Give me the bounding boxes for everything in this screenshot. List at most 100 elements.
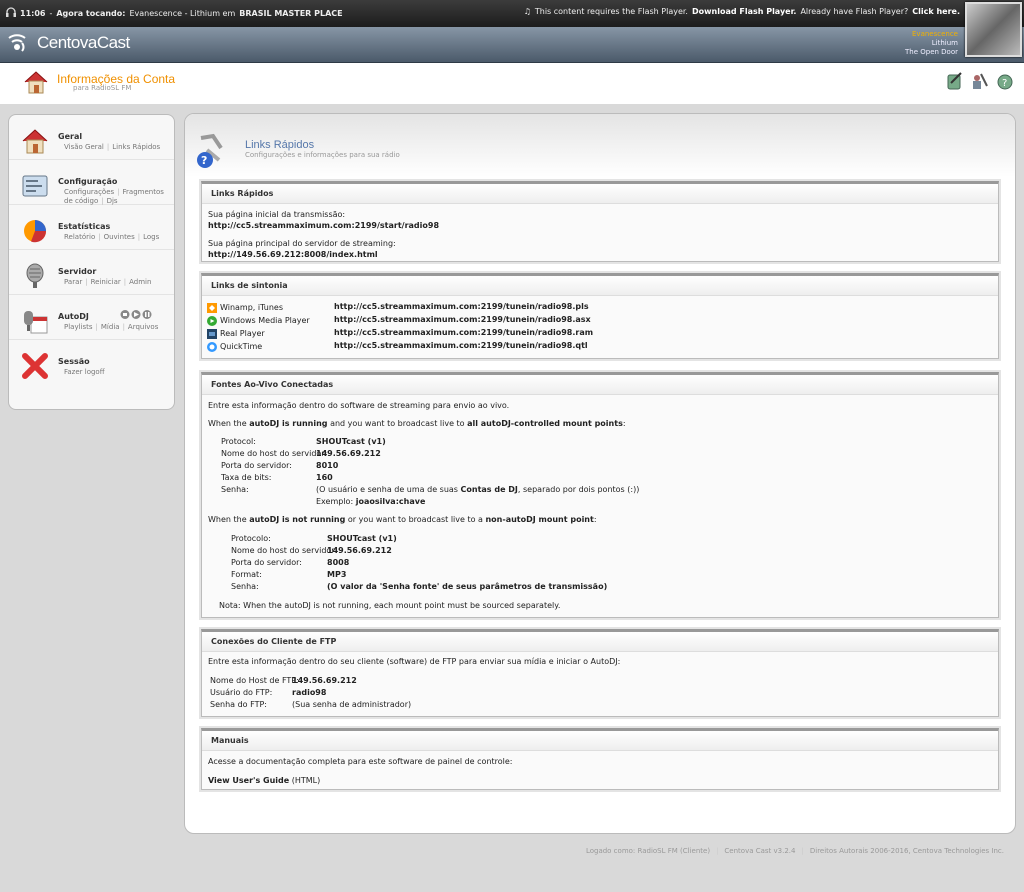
autodj-controls-icon[interactable] <box>120 309 152 320</box>
now-playing-label: Agora tocando: <box>56 9 126 18</box>
manuals-link-line: View User's Guide (HTML) <box>208 775 320 786</box>
link-fazer-logoff[interactable]: Fazer logoff <box>64 368 105 376</box>
users-tools-icon[interactable] <box>971 71 989 91</box>
bitrate-value: 160 <box>316 473 333 482</box>
tune-name-real: Real Player <box>220 329 265 338</box>
sidebar-item-estatisticas: Estatísticas Relatório | Ouvintes | Logs <box>9 205 174 250</box>
link-links-rapidos[interactable]: Links Rápidos <box>112 143 160 151</box>
sidebar-head-geral[interactable]: Geral <box>58 132 82 141</box>
ftp-password-label: Senha do FTP: <box>210 700 267 709</box>
link-ouvintes[interactable]: Ouvintes <box>104 233 135 241</box>
now-playing: 11:06 - Agora tocando: Evanescence - Lit… <box>6 7 343 20</box>
sidebar: Geral Visão Geral | Links Rápidos Configur… <box>8 114 175 410</box>
sidebar-head-autodj[interactable]: AutoDJ <box>58 312 89 321</box>
brand-bar: CentovaCast Evanescence Lithium The Open… <box>0 27 1024 63</box>
tune-row-wmp: Windows Media Player <box>207 315 310 326</box>
flash-notice: ♫ This content requires the Flash Player… <box>524 7 960 16</box>
sidebar-head-configuracao[interactable]: Configuração <box>58 177 117 186</box>
link-relatorio[interactable]: Relatório <box>64 233 95 241</box>
track-album: The Open Door <box>905 48 958 56</box>
link-playlists[interactable]: Playlists <box>64 323 93 331</box>
sidebar-item-geral: Geral Visão Geral | Links Rápidos <box>9 115 174 160</box>
link-visao-geral[interactable]: Visão Geral <box>64 143 104 151</box>
house-icon <box>22 129 48 154</box>
home-icon <box>24 71 48 94</box>
footer-copyright: Direitos Autorais 2006-2016, Centova Tec… <box>809 847 1004 855</box>
link-arquivos[interactable]: Arquivos <box>128 323 158 331</box>
link-djs[interactable]: Djs <box>107 197 118 205</box>
quick-links-box: Links Rápidos Sua página inicial da tran… <box>201 181 999 262</box>
link-parar[interactable]: Parar <box>64 278 82 286</box>
winamp-icon <box>207 302 217 313</box>
help-icon[interactable]: ? <box>996 71 1014 91</box>
autodj-calendar-icon <box>24 311 48 334</box>
format-value: MP3 <box>327 570 347 579</box>
quicktime-icon <box>207 341 217 352</box>
now-playing-station: BRASIL MASTER PLACE <box>239 9 343 18</box>
main-panel: ? Links Rápidos Configurações e informaç… <box>184 113 1016 834</box>
format-label: Format: <box>231 570 262 579</box>
sidebar-head-sessao[interactable]: Sessão <box>58 357 90 366</box>
account-header: Informações da Conta para RadioSL FM ? <box>0 63 1024 104</box>
centovacast-logo[interactable]: CentovaCast <box>8 30 130 56</box>
sidebar-item-sessao: Sessão Fazer logoff <box>9 340 174 385</box>
now-playing-track: Evanescence - Lithium em <box>129 9 236 18</box>
autodj-running-line: When the autoDJ is running and you want … <box>208 419 626 428</box>
autodj-not-running-line: When the autoDJ is not running or you wa… <box>208 515 597 524</box>
link-reiniciar[interactable]: Reiniciar <box>91 278 121 286</box>
tune-url-ram[interactable]: http://cc5.streammaximum.com:2199/tunein… <box>334 327 593 338</box>
ftp-box: Conexões do Cliente de FTP Entre esta in… <box>201 629 999 717</box>
sidebar-head-estatisticas[interactable]: Estatísticas <box>58 222 110 231</box>
link-configuracoes[interactable]: Configurações <box>64 188 114 196</box>
password-example: Exemplo: joaosilva:chave <box>316 497 426 506</box>
tune-name-quicktime: QuickTime <box>220 342 263 351</box>
ftp-user-value: radio98 <box>292 688 327 697</box>
ftp-header: Conexões do Cliente de FTP <box>202 632 998 652</box>
link-admin[interactable]: Admin <box>129 278 151 286</box>
real-player-icon <box>207 328 217 339</box>
download-flash-link[interactable]: Download Flash Player. <box>692 7 796 16</box>
tune-url-asx[interactable]: http://cc5.streammaximum.com:2199/tunein… <box>334 314 591 325</box>
tune-url-qtl[interactable]: http://cc5.streammaximum.com:2199/tunein… <box>334 340 588 351</box>
logo-text: CentovaCast <box>37 33 130 52</box>
tune-url-pls[interactable]: http://cc5.streammaximum.com:2199/tunein… <box>334 301 589 312</box>
flash-required-text: This content requires the Flash Player. <box>534 7 688 16</box>
chain-link-help-icon: ? <box>197 133 223 168</box>
sidebar-head-servidor[interactable]: Servidor <box>58 267 96 276</box>
tune-row-real: Real Player <box>207 328 265 339</box>
album-cover <box>965 2 1022 57</box>
pie-chart-icon <box>24 220 47 243</box>
footer-logged-as: Logado como: RadioSL FM (Cliente) <box>585 847 711 855</box>
link-logs[interactable]: Logs <box>143 233 159 241</box>
page-subtitle: Configurações e informações para sua rád… <box>245 151 400 159</box>
password2-label: Senha: <box>231 582 259 591</box>
music-note-icon: ♫ <box>523 7 531 16</box>
svg-text:?: ? <box>201 154 207 167</box>
start-page-url[interactable]: http://cc5.streammaximum.com:2199/start/… <box>208 221 439 230</box>
settings-panel-icon <box>22 175 48 197</box>
manuals-intro: Acesse a documentação completa para este… <box>208 757 513 766</box>
footer-version: Centova Cast v3.2.4 <box>724 847 796 855</box>
now-playing-bar: 11:06 - Agora tocando: Evanescence - Lit… <box>0 0 1024 27</box>
live-sources-box: Fontes Ao-Vivo Conectadas Entre esta inf… <box>201 372 999 618</box>
track-artist: Evanescence <box>912 30 958 38</box>
headphones-icon <box>6 7 16 20</box>
port2-label: Porta do servidor: <box>231 558 302 567</box>
server-page-url[interactable]: http://149.56.69.212:8008/index.html <box>208 250 378 259</box>
link-midia[interactable]: Mídia <box>101 323 120 331</box>
tune-row-winamp: Winamp, iTunes <box>207 302 283 313</box>
ftp-host-value: 149.56.69.212 <box>292 676 357 685</box>
port-label: Porta do servidor: <box>221 461 292 470</box>
host-label: Nome do host do servidor: <box>221 449 328 458</box>
host-value: 149.56.69.212 <box>316 449 381 458</box>
ftp-user-label: Usuário do FTP: <box>210 688 273 697</box>
page-title: Links Rápidos <box>245 139 315 151</box>
tune-name-wmp: Windows Media Player <box>220 316 310 325</box>
edit-settings-icon[interactable] <box>946 71 964 91</box>
logout-x-icon <box>22 353 48 379</box>
flash-click-here-link[interactable]: Click here. <box>912 7 960 16</box>
account-subtitle: para RadioSL FM <box>73 84 132 92</box>
sidebar-item-configuracao: Configuração Configurações | Fragmentos de… <box>9 160 174 205</box>
user-guide-link[interactable]: View User's Guide <box>208 776 289 785</box>
track-title: Lithium <box>931 39 958 47</box>
